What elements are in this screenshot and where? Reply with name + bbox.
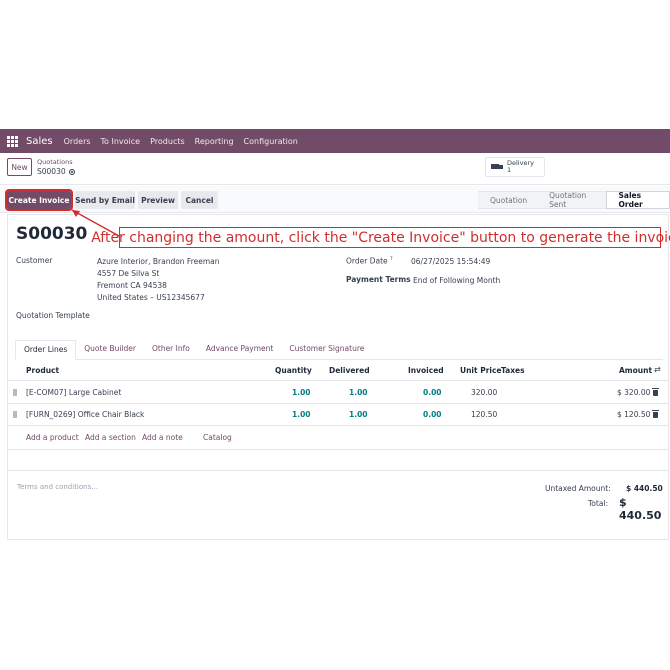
drag-handle-icon[interactable] — [13, 389, 17, 396]
tab-order-lines[interactable]: Order Lines — [15, 340, 77, 360]
status-quotation-sent[interactable]: Quotation Sent — [537, 191, 606, 209]
truck-icon — [491, 163, 503, 171]
notebook-tabs: Order Lines Quote Builder Other Info Adv… — [15, 340, 663, 360]
trash-icon[interactable] — [652, 410, 659, 418]
tab-advance-payment[interactable]: Advance Payment — [198, 340, 282, 360]
nav-products[interactable]: Products — [150, 137, 185, 146]
col-taxes[interactable]: Taxes — [501, 366, 525, 375]
delivery-smart-button[interactable]: Delivery 1 — [485, 157, 545, 177]
status-quotation[interactable]: Quotation — [478, 191, 538, 209]
row-2-quantity[interactable]: 1.00 — [292, 410, 311, 419]
gear-icon[interactable] — [68, 168, 75, 175]
row-1-quantity[interactable]: 1.00 — [292, 388, 311, 397]
add-section-link[interactable]: Add a section — [85, 433, 136, 442]
help-icon[interactable]: ? — [390, 256, 393, 262]
breadcrumb-current: S00030 — [37, 167, 75, 176]
address-line-3: United States – US12345677 — [97, 293, 205, 302]
breadcrumb-parent[interactable]: Quotations — [37, 158, 73, 166]
row-1-product[interactable]: [E-COM07] Large Cabinet — [26, 388, 121, 397]
add-note-link[interactable]: Add a note — [142, 433, 183, 442]
delivery-count: 1 — [507, 166, 512, 174]
quotation-template-label: Quotation Template — [16, 311, 90, 320]
status-bar: Quotation Quotation Sent Sales Order — [478, 191, 670, 209]
customer-label: Customer — [16, 256, 53, 265]
status-sales-order[interactable]: Sales Order — [605, 191, 670, 209]
row-2-delivered[interactable]: 1.00 — [349, 410, 368, 419]
nav-orders[interactable]: Orders — [64, 137, 91, 146]
untaxed-label: Untaxed Amount: — [545, 484, 611, 493]
apps-menu-icon[interactable] — [7, 135, 18, 147]
col-delivered[interactable]: Delivered — [329, 366, 370, 375]
preview-button[interactable]: Preview — [138, 191, 178, 209]
col-amount[interactable]: Amount — [619, 366, 652, 375]
payment-terms-label: Payment Terms — [346, 275, 411, 284]
row-2-product[interactable]: [FURN_0269] Office Chair Black — [26, 410, 144, 419]
trash-icon[interactable] — [652, 388, 659, 396]
top-navbar: Sales Orders To Invoice Products Reporti… — [0, 129, 670, 153]
nav-to-invoice[interactable]: To Invoice — [101, 137, 141, 146]
total-value: $ 440.50 — [619, 496, 662, 522]
untaxed-value: $ 440.50 — [626, 484, 663, 493]
tab-customer-signature[interactable]: Customer Signature — [281, 340, 372, 360]
tab-quote-builder[interactable]: Quote Builder — [76, 340, 144, 360]
col-product[interactable]: Product — [26, 366, 59, 375]
total-label: Total: — [588, 499, 609, 508]
add-product-link[interactable]: Add a product — [26, 433, 79, 442]
row-1-invoiced[interactable]: 0.00 — [423, 388, 442, 397]
new-button[interactable]: New — [7, 158, 32, 176]
drag-handle-icon[interactable] — [13, 411, 17, 418]
row-1-amount: $ 320.00 — [617, 388, 651, 397]
cancel-button[interactable]: Cancel — [181, 191, 218, 209]
col-quantity[interactable]: Quantity — [275, 366, 312, 375]
row-2-amount: $ 120.50 — [617, 410, 651, 419]
row-1-delivered[interactable]: 1.00 — [349, 388, 368, 397]
col-invoiced[interactable]: Invoiced — [408, 366, 444, 375]
address-line-2: Fremont CA 94538 — [97, 281, 167, 290]
column-options-icon[interactable]: ⇄ — [654, 365, 661, 374]
control-panel — [0, 153, 670, 185]
terms-input[interactable]: Terms and conditions... — [17, 483, 98, 491]
annotation-callout: After changing the amount, click the "Cr… — [91, 227, 670, 248]
nav-reporting[interactable]: Reporting — [195, 137, 234, 146]
payment-terms-value[interactable]: End of Following Month — [413, 275, 500, 287]
order-date-label: Order Date ? — [346, 256, 393, 266]
catalog-link[interactable]: Catalog — [203, 433, 232, 442]
customer-name[interactable]: Azure Interior, Brandon Freeman — [97, 256, 220, 268]
row-2-invoiced[interactable]: 0.00 — [423, 410, 442, 419]
order-date-value[interactable]: 06/27/2025 15:54:49 — [411, 256, 490, 268]
row-1-unit-price[interactable]: 320.00 — [471, 388, 497, 397]
tab-other-info[interactable]: Other Info — [144, 340, 198, 360]
nav-configuration[interactable]: Configuration — [244, 137, 298, 146]
delivery-label: Delivery — [507, 159, 534, 167]
row-2-unit-price[interactable]: 120.50 — [471, 410, 497, 419]
app-name[interactable]: Sales — [26, 136, 53, 147]
breadcrumb-current-label: S00030 — [37, 167, 66, 176]
address-line-1: 4557 De Silva St — [97, 269, 160, 278]
col-unit-price[interactable]: Unit Price — [460, 366, 502, 375]
